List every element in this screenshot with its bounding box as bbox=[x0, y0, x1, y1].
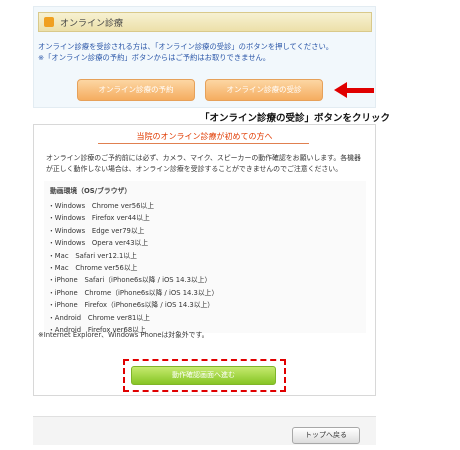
page-title: オンライン診療 bbox=[60, 19, 124, 29]
red-arrow-shaft bbox=[346, 88, 374, 93]
device-check-line-2: が正しく動作しない場合は、オンライン診療を受診することができませんのでご注意くだ… bbox=[46, 165, 343, 173]
highlight-dashed-box: 動作確認画面へ進む bbox=[123, 359, 286, 392]
back-to-top-button[interactable]: トップへ戻る bbox=[292, 427, 360, 444]
reserve-button[interactable]: オンライン診療の予約 bbox=[77, 79, 195, 101]
list-item: ・Windows Chrome ver56以上 bbox=[48, 202, 154, 210]
clinic-icon bbox=[44, 17, 54, 27]
heading-underline bbox=[98, 143, 309, 144]
list-item: ・Windows Edge ver79以上 bbox=[48, 226, 145, 235]
supported-environments-box: 動画環境（OS/ブラウザ） ・Windows Chrome ver56以上 ・W… bbox=[44, 181, 366, 336]
list-item: ・Windows Firefox ver44以上 bbox=[48, 214, 150, 223]
list-item: ・iPhone Chrome（iPhone6s以降 / iOS 14.3以上） bbox=[48, 288, 219, 297]
unsupported-note: ※Internet Explorer、Windows Phoneは対象外です。 bbox=[38, 331, 209, 339]
online-exam-button[interactable]: オンライン診療の受診 bbox=[205, 79, 323, 101]
intro-text: オンライン診療を受診される方は、「オンライン診療の受診」のボタンを押してください… bbox=[38, 41, 374, 63]
first-time-heading: 当院のオンライン診療が初めての方へ bbox=[136, 132, 273, 141]
environment-heading: 動画環境（OS/ブラウザ） bbox=[50, 187, 132, 195]
list-item: ・iPhone Safari（iPhone6s以降 / iOS 14.3以上） bbox=[48, 276, 212, 285]
intro-line-2: ※「オンライン診療の予約」ボタンからはご予約はお取りできません。 bbox=[38, 53, 271, 62]
device-check-notice: オンライン診療のご予約前には必ず、カメラ、マイク、スピーカーの動作確認をお願いし… bbox=[46, 153, 368, 175]
list-item: ・Mac Chrome ver56以上 bbox=[48, 263, 138, 272]
environment-list: ・Windows Chrome ver56以上 ・Windows Firefox… bbox=[48, 200, 364, 336]
list-item: ・Android Chrome ver81以上 bbox=[48, 313, 150, 322]
list-item: ・iPhone Firefox（iPhone6s以降 / iOS 14.3以上） bbox=[48, 301, 215, 310]
proceed-to-device-check-button[interactable]: 動作確認画面へ進む bbox=[131, 366, 276, 385]
list-item: ・Mac Safari ver12.1以上 bbox=[48, 251, 137, 260]
intro-line-1: オンライン診療を受診される方は、「オンライン診療の受診」のボタンを押してください… bbox=[38, 42, 334, 51]
first-time-panel: 当院のオンライン診療が初めての方へ オンライン診療のご予約前には必ず、カメラ、マ… bbox=[33, 124, 376, 396]
device-check-line-1: オンライン診療のご予約前には必ず、カメラ、マイク、スピーカーの動作確認をお願いし… bbox=[46, 154, 361, 162]
title-bar: オンライン診療 bbox=[38, 12, 372, 32]
footer-bar: トップへ戻る bbox=[33, 416, 376, 445]
list-item: ・Windows Opera ver43以上 bbox=[48, 239, 149, 248]
click-instruction-callout: 「オンライン診療の受診」ボタンをクリック bbox=[200, 113, 391, 124]
